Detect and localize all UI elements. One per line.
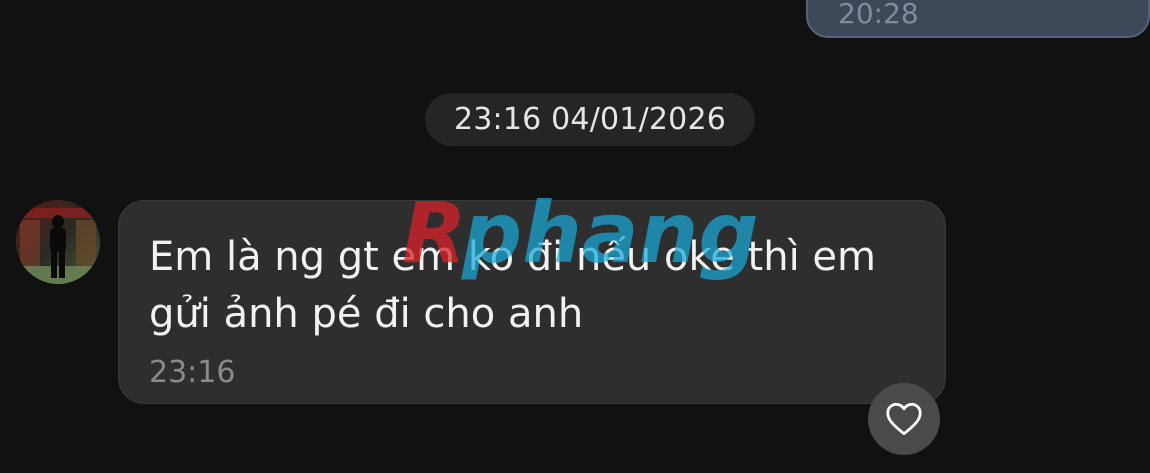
heart-outline-icon (886, 402, 922, 436)
incoming-message-time: 23:16 (149, 355, 236, 390)
incoming-message-text: Em là ng gt em ko đi nếu oke thì em gửi … (149, 234, 876, 337)
avatar[interactable] (16, 200, 100, 284)
date-separator: 23:16 04/01/2026 (425, 93, 755, 146)
react-heart-button[interactable] (868, 383, 940, 455)
date-separator-text: 23:16 04/01/2026 (453, 102, 727, 137)
outgoing-message-time: 20:28 (838, 0, 919, 30)
chat-screen: 20:28 23:16 04/01/2026 Em là ng gt em ko… (0, 0, 1150, 473)
incoming-message-bubble[interactable]: Em là ng gt em ko đi nếu oke thì em gửi … (118, 200, 946, 404)
avatar-photo (16, 200, 100, 284)
outgoing-message-bubble[interactable]: 20:28 (806, 0, 1150, 38)
